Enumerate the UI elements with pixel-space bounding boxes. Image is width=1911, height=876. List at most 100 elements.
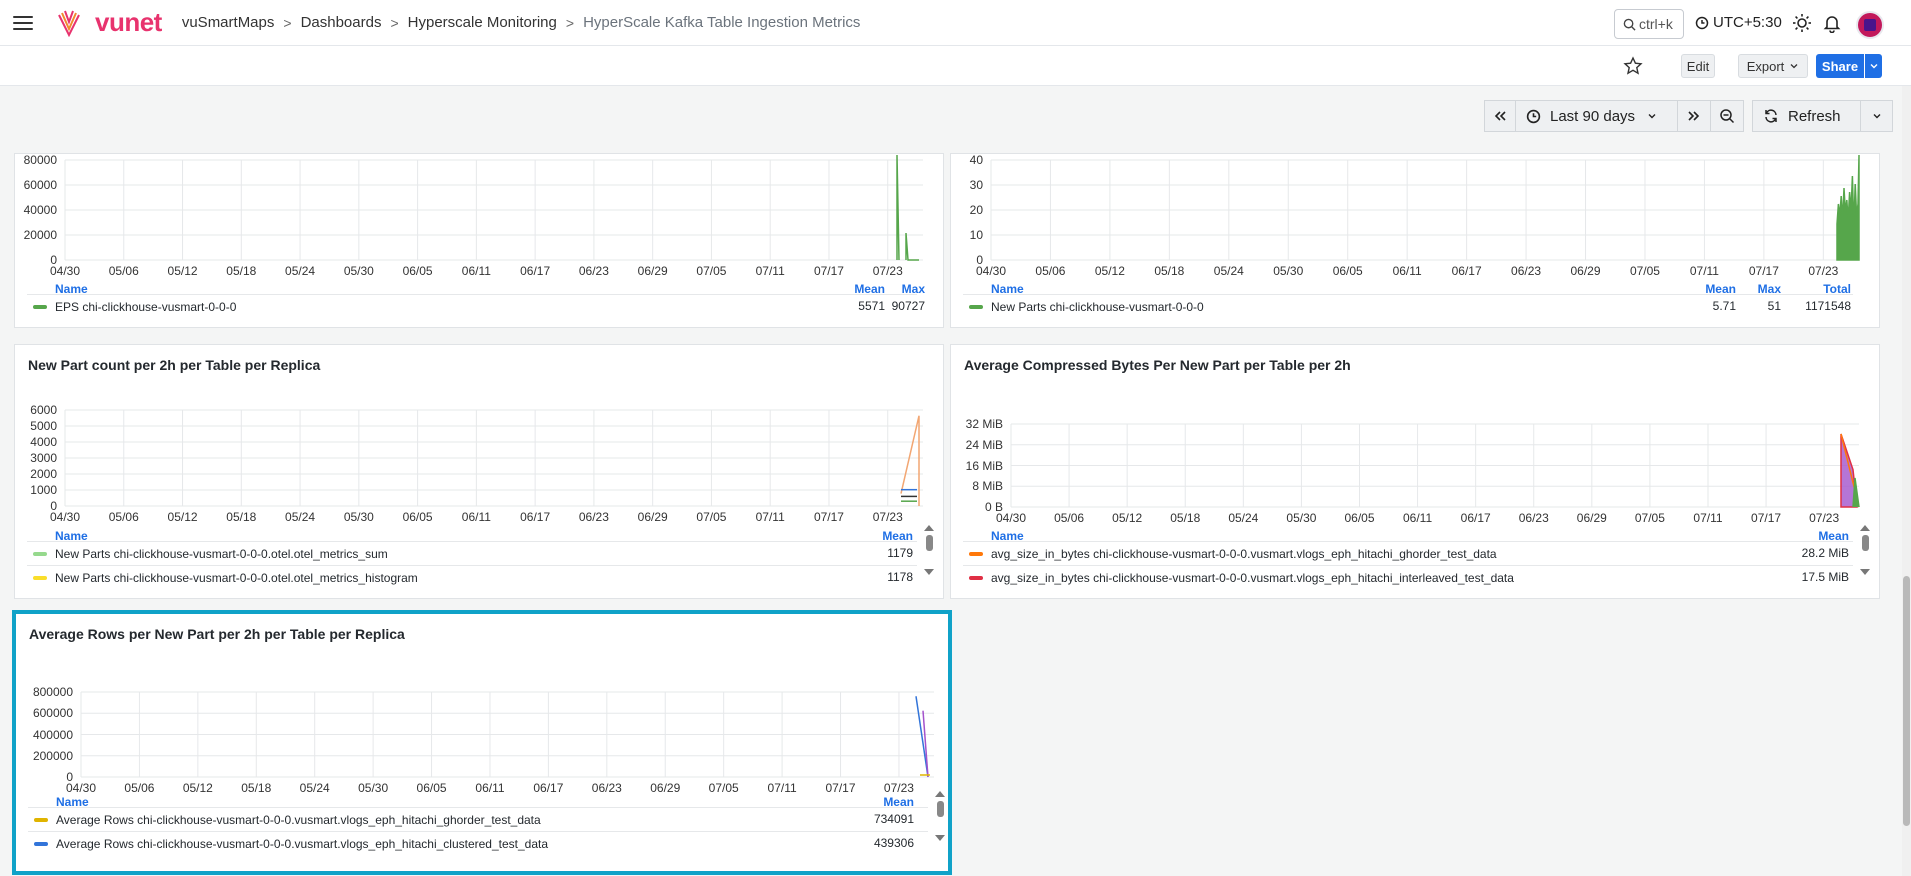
panel-avgrows[interactable]: Average Rows per New Part per 2h per Tab…: [12, 610, 952, 875]
legend-item[interactable]: avg_size_in_bytes chi-clickhouse-vusmart…: [963, 541, 1853, 565]
y-tick-label: 1000: [30, 483, 57, 497]
legend-value: 439306: [873, 836, 914, 850]
x-tick-label: 06/11: [1392, 264, 1422, 278]
x-tick-label: 05/12: [182, 781, 213, 795]
legend-scrollbar[interactable]: [935, 791, 945, 841]
breadcrumb-hyperscale-monitoring[interactable]: Hyperscale Monitoring: [408, 14, 557, 31]
x-tick-label: 05/24: [1213, 264, 1244, 278]
legend-swatch: [34, 817, 48, 822]
legend-item[interactable]: New Parts chi-clickhouse-vusmart-0-0-0.o…: [27, 565, 917, 589]
legend-scrollbar[interactable]: [1860, 525, 1870, 575]
breadcrumb-dashboards[interactable]: Dashboards: [301, 14, 382, 31]
x-tick-label: 07/23: [872, 510, 903, 524]
breadcrumb-vusmartmaps[interactable]: vuSmartMaps: [182, 14, 275, 31]
chart-plot[interactable]: [16, 614, 952, 781]
x-tick-label: 05/18: [226, 510, 257, 524]
x-tick-label: 06/17: [1460, 511, 1491, 525]
y-tick-label: 20000: [23, 228, 57, 242]
x-tick-label: 07/23: [1808, 264, 1839, 278]
zoom-out-icon: [1720, 109, 1735, 124]
search-input[interactable]: ctrl+k: [1614, 9, 1684, 39]
bell-icon[interactable]: [1822, 13, 1842, 33]
x-tick-label: 06/17: [1451, 264, 1482, 278]
x-tick-label: 06/23: [1511, 264, 1542, 278]
x-tick-label: 06/29: [1570, 264, 1601, 278]
refresh-interval-button[interactable]: [1860, 100, 1893, 132]
time-forward-button[interactable]: [1677, 101, 1710, 131]
chart-plot[interactable]: [951, 154, 1880, 264]
x-tick-label: 07/05: [1629, 264, 1660, 278]
theme-toggle-icon[interactable]: [1792, 13, 1812, 33]
share-button[interactable]: Share: [1816, 54, 1864, 78]
avatar[interactable]: [1856, 11, 1884, 39]
legend-value: 51: [1767, 299, 1781, 313]
x-tick-label: 07/11: [1689, 264, 1719, 278]
x-tick-label: 06/29: [650, 781, 681, 795]
x-tick-label: 07/17: [813, 510, 844, 524]
legend-item[interactable]: Average Rows chi-clickhouse-vusmart-0-0-…: [28, 807, 928, 831]
legend-item[interactable]: EPS chi-clickhouse-vusmart-0-0-0: [27, 294, 917, 318]
x-tick-label: 05/30: [343, 510, 374, 524]
share-menu-button[interactable]: [1865, 54, 1882, 78]
edit-button[interactable]: Edit: [1681, 54, 1715, 78]
x-tick-label: 06/05: [416, 781, 447, 795]
series-line: [896, 154, 919, 261]
time-range-picker[interactable]: Last 90 days: [1516, 101, 1677, 131]
x-tick-label: 07/17: [1748, 264, 1779, 278]
panel-newparts[interactable]: 40 30 20 10 0 04/30 05/06 05/12 05/18 05/24 05/30 0…: [950, 153, 1880, 328]
legend-scrollbar[interactable]: [924, 525, 934, 575]
legend-item[interactable]: Average Rows chi-clickhouse-vusmart-0-0-…: [28, 831, 928, 855]
legend-swatch: [33, 575, 47, 580]
chart-plot[interactable]: [15, 154, 944, 264]
panel-partcount[interactable]: New Part count per 2h per Table per Repl…: [14, 344, 944, 599]
clock-icon: [1695, 16, 1709, 29]
refresh-label: Refresh: [1788, 107, 1841, 125]
x-tick-label: 06/29: [1576, 511, 1607, 525]
panel-compressed[interactable]: Average Compressed Bytes Per New Part pe…: [950, 344, 1880, 599]
x-tick-label: 05/18: [241, 781, 272, 795]
x-tick-label: 07/23: [1809, 511, 1840, 525]
x-tick-label: 07/23: [883, 781, 914, 795]
time-range-label: Last 90 days: [1550, 107, 1636, 125]
panel-eps[interactable]: 80000 60000 40000 20000 0 04/30 05/06 05/12 05/1…: [14, 153, 944, 328]
page-scrollbar[interactable]: [1902, 86, 1911, 876]
y-tick-label: 400000: [32, 727, 73, 742]
x-tick-label: 05/18: [1154, 264, 1185, 278]
y-tick-label: 4000: [30, 435, 57, 449]
y-tick-label: 2000: [30, 467, 57, 481]
x-tick-label: 07/05: [708, 781, 739, 795]
y-tick-label: 32 MiB: [965, 417, 1003, 431]
logo[interactable]: vunet: [57, 7, 162, 38]
star-icon[interactable]: [1623, 56, 1643, 76]
x-tick-label: 07/17: [813, 264, 844, 278]
legend-value: 734091: [873, 812, 914, 826]
menu-icon[interactable]: [13, 15, 33, 30]
x-tick-label: 06/11: [475, 781, 505, 795]
x-tick-label: 07/17: [825, 781, 856, 795]
y-tick-label: 16 MiB: [965, 458, 1003, 473]
chart-plot[interactable]: [15, 345, 944, 510]
x-tick-label: 07/11: [755, 264, 785, 278]
legend-series-name: New Parts chi-clickhouse-vusmart-0-0-0.o…: [55, 546, 388, 561]
legend-value: 1179: [887, 546, 913, 560]
legend-item[interactable]: avg_size_in_bytes chi-clickhouse-vusmart…: [963, 565, 1853, 589]
legend-series-name: New Parts chi-clickhouse-vusmart-0-0-0.o…: [55, 570, 418, 585]
series-line: [900, 415, 920, 506]
legend-value: 1171548: [1805, 299, 1851, 313]
time-back-button[interactable]: [1485, 101, 1516, 131]
export-button[interactable]: Export: [1738, 54, 1808, 78]
search-placeholder: ctrl+k: [1639, 16, 1673, 32]
chart-plot[interactable]: [951, 345, 1880, 511]
x-tick-label: 06/23: [1518, 511, 1549, 525]
timezone-button[interactable]: UTC+5:30: [1695, 14, 1782, 31]
zoom-out-button[interactable]: [1710, 100, 1744, 132]
y-tick-label: 800000: [32, 685, 73, 699]
x-tick-label: 05/12: [167, 510, 198, 524]
y-tick-label: 40000: [23, 203, 57, 217]
x-tick-label: 06/17: [533, 781, 564, 795]
x-tick-label: 07/17: [1751, 511, 1782, 525]
x-tick-label: 05/06: [1054, 511, 1085, 525]
chevron-right-icon: >: [390, 14, 399, 31]
legend-item[interactable]: New Parts chi-clickhouse-vusmart-0-0-0.o…: [27, 541, 917, 565]
refresh-button[interactable]: Refresh: [1752, 100, 1861, 132]
